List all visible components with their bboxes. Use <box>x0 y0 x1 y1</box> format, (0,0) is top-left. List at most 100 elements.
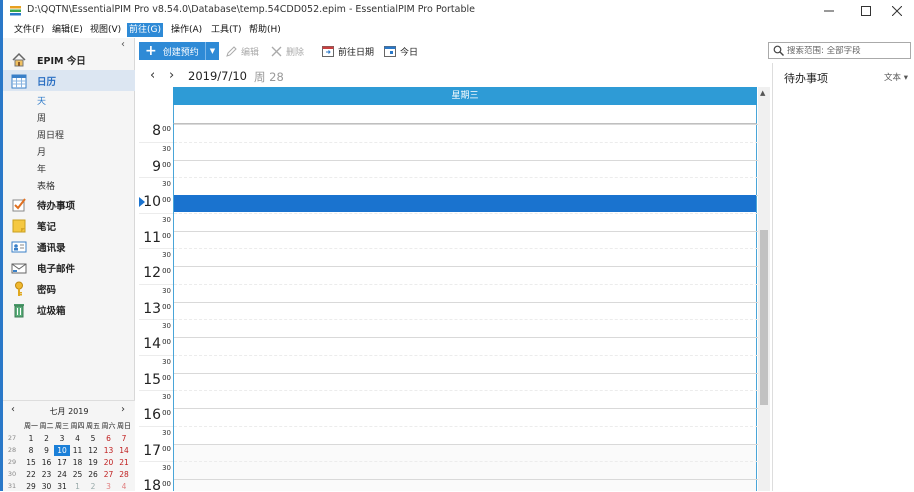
mini-calendar-day[interactable]: 19 <box>85 457 101 468</box>
mini-calendar-day[interactable]: 27 <box>101 469 117 480</box>
mini-calendar-day[interactable]: 12 <box>85 445 101 456</box>
menu-view[interactable]: 视图(V) <box>88 23 123 37</box>
chevron-down-icon[interactable]: ▼ <box>205 42 219 60</box>
create-appointment-button[interactable]: + 创建预约 ▼ <box>139 42 219 60</box>
scroll-up-arrow-icon[interactable]: ▲ <box>760 89 765 97</box>
delete-button[interactable]: 删除 <box>271 42 304 60</box>
mini-calendar-day[interactable]: 2 <box>39 433 55 444</box>
close-button[interactable] <box>880 0 914 21</box>
calendar-view-table[interactable]: 表格 <box>37 179 55 192</box>
mini-calendar-day[interactable]: 24 <box>54 469 70 480</box>
mini-calendar-day[interactable]: 8 <box>23 445 39 456</box>
vertical-scrollbar[interactable]: ▲ <box>758 87 770 491</box>
sidebar-item-passwords[interactable]: 密码 <box>3 278 135 299</box>
mini-calendar-day[interactable]: 22 <box>23 469 39 480</box>
calendar-view-day[interactable]: 天 <box>37 94 46 107</box>
time-slot-grid[interactable] <box>173 124 758 491</box>
week-number-label: 周 28 <box>254 70 284 84</box>
after-hours-slot[interactable] <box>174 479 756 491</box>
time-divider <box>139 248 173 250</box>
sidebar-item-notes[interactable]: 笔记 <box>3 215 135 236</box>
mini-calendar-day[interactable]: 25 <box>70 469 86 480</box>
menu-file[interactable]: 文件(F) <box>12 23 46 37</box>
selected-time-slot[interactable] <box>174 195 756 212</box>
mini-calendar-day[interactable]: 29 <box>23 481 39 492</box>
menu-actions[interactable]: 操作(A) <box>169 23 204 37</box>
goto-date-label: 前往日期 <box>338 47 375 58</box>
mini-calendar-day[interactable]: 13 <box>101 445 117 456</box>
mini-calendar-day[interactable]: 2 <box>85 481 101 492</box>
mini-calendar-day[interactable]: 26 <box>85 469 101 480</box>
half-hour-gridline <box>174 461 758 463</box>
mini-calendar-day[interactable]: 4 <box>116 481 132 492</box>
half-hour-gridline <box>174 248 758 250</box>
mini-calendar-day[interactable]: 6 <box>101 433 117 444</box>
mini-calendar-weekday: 周五 <box>86 422 100 430</box>
sidebar-item-calendar[interactable]: 日历 <box>3 70 135 91</box>
calendar-view-week[interactable]: 周 <box>37 111 46 124</box>
key-icon <box>11 281 27 297</box>
mini-calendar-day[interactable]: 3 <box>54 433 70 444</box>
edit-button[interactable]: 编辑 <box>226 42 259 60</box>
menu-edit[interactable]: 编辑(E) <box>50 23 85 37</box>
todo-pane-title: 待办事项 <box>784 72 828 85</box>
sidebar-item-email[interactable]: 电子邮件 <box>3 257 135 278</box>
sidebar-item-contacts[interactable]: 通讯录 <box>3 236 135 257</box>
time-divider <box>139 141 173 143</box>
calendar-view-week-agenda[interactable]: 周日程 <box>37 128 64 141</box>
mini-calendar-day[interactable]: 17 <box>54 457 70 468</box>
time-divider <box>139 177 173 179</box>
mini-calendar-day[interactable]: 9 <box>39 445 55 456</box>
mini-calendar-day[interactable]: 10 <box>54 445 70 456</box>
half-hour-label: 30 <box>162 428 171 437</box>
mini-calendar-day[interactable]: 1 <box>70 481 86 492</box>
todo-view-dropdown[interactable]: 文本 ▾ <box>884 71 908 83</box>
mini-calendar-day[interactable]: 21 <box>116 457 132 468</box>
mini-calendar-day[interactable]: 14 <box>116 445 132 456</box>
menu-goto[interactable]: 前往(G) <box>127 23 163 37</box>
menu-tools[interactable]: 工具(T) <box>209 23 244 37</box>
sidebar-item-epim-today[interactable]: EPIM 今日 <box>3 49 135 70</box>
half-hour-label: 30 <box>162 180 171 189</box>
mini-calendar-week-number: 29 <box>7 458 17 466</box>
mini-calendar-day[interactable]: 16 <box>39 457 55 468</box>
mini-calendar-day[interactable]: 18 <box>70 457 86 468</box>
hour-gridline <box>174 266 758 267</box>
all-day-events-row[interactable] <box>173 105 757 124</box>
mini-calendar-day[interactable]: 1 <box>23 433 39 444</box>
mini-calendar-day[interactable]: 4 <box>70 433 86 444</box>
todo-pane: 待办事项 文本 ▾ <box>772 63 914 491</box>
mini-calendar-day[interactable]: 3 <box>101 481 117 492</box>
mini-calendar-day[interactable]: 20 <box>101 457 117 468</box>
next-day-button[interactable]: › <box>169 68 174 83</box>
mini-calendar-day[interactable]: 11 <box>70 445 86 456</box>
maximize-button[interactable] <box>849 0 883 21</box>
mini-calendar-weekday: 周一 <box>24 422 38 430</box>
mini-calendar: ‹ 七月 2019 › 周一 周二 周三 周四 周五 周六 周日 27 1 2 3 4 5 6 7 28 8 9 1… <box>3 400 135 491</box>
mini-calendar-day[interactable]: 23 <box>39 469 55 480</box>
sidebar-item-todo[interactable]: 待办事项 <box>3 194 135 215</box>
calendar-view-year[interactable]: 年 <box>37 162 46 175</box>
scrollbar-thumb[interactable] <box>760 230 768 405</box>
mini-calendar-day[interactable]: 28 <box>116 469 132 480</box>
menu-help[interactable]: 帮助(H) <box>247 23 283 37</box>
half-hour-gridline <box>174 390 758 392</box>
minimize-button[interactable] <box>812 0 846 21</box>
mini-calendar-next-button[interactable]: › <box>121 404 125 415</box>
day-header[interactable]: 星期三 <box>173 87 757 105</box>
search-box[interactable] <box>768 42 911 59</box>
calendar-view-month[interactable]: 月 <box>37 145 46 158</box>
hour-label: 1000 <box>143 194 171 210</box>
mini-calendar-day[interactable]: 7 <box>116 433 132 444</box>
today-button[interactable]: 今日 <box>384 42 418 60</box>
mini-calendar-day[interactable]: 5 <box>85 433 101 444</box>
previous-day-button[interactable]: ‹ <box>150 68 155 83</box>
search-input[interactable] <box>787 45 905 56</box>
sidebar-item-trash[interactable]: 垃圾箱 <box>3 299 135 320</box>
mini-calendar-day[interactable]: 30 <box>39 481 55 492</box>
sidebar-item-label: 密码 <box>37 284 57 296</box>
mini-calendar-day[interactable]: 31 <box>54 481 70 492</box>
mini-calendar-day[interactable]: 15 <box>23 457 39 468</box>
minute-label: 00 <box>162 373 171 382</box>
goto-date-button[interactable]: 前往日期 <box>322 42 374 60</box>
